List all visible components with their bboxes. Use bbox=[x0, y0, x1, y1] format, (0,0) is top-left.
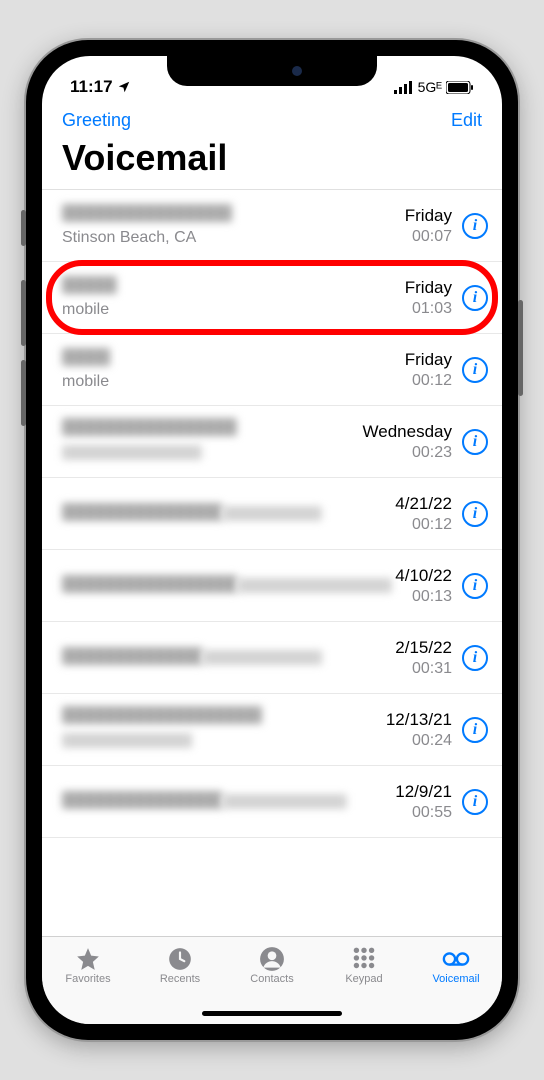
voicemail-caller bbox=[62, 575, 237, 593]
clock-icon bbox=[166, 945, 194, 973]
voicemail-date: Friday bbox=[405, 206, 452, 226]
voicemail-sublabel bbox=[237, 578, 392, 593]
voicemail-caller bbox=[62, 647, 202, 665]
voicemail-sublabel: mobile bbox=[62, 373, 405, 391]
edit-button[interactable]: Edit bbox=[451, 110, 482, 131]
tab-label: Contacts bbox=[250, 973, 293, 985]
voicemail-row[interactable]: mobileFriday 00:12 i bbox=[42, 334, 502, 406]
voicemail-duration: 01:03 bbox=[405, 300, 452, 318]
voicemail-caller bbox=[62, 418, 237, 436]
voicemail-date: 2/15/22 bbox=[395, 638, 452, 658]
voicemail-sublabel bbox=[222, 794, 347, 809]
info-icon[interactable]: i bbox=[462, 429, 488, 455]
page-title: Voicemail bbox=[42, 133, 502, 189]
tab-label: Favorites bbox=[65, 973, 110, 985]
voicemail-sublabel bbox=[62, 445, 202, 460]
info-icon[interactable]: i bbox=[462, 645, 488, 671]
location-icon bbox=[117, 80, 131, 94]
voicemail-row[interactable]: 2/15/22 00:31 i bbox=[42, 622, 502, 694]
keypad-icon bbox=[350, 945, 378, 973]
tab-label: Recents bbox=[160, 973, 200, 985]
voicemail-duration: 00:23 bbox=[363, 444, 452, 462]
voicemail-caller bbox=[62, 706, 262, 724]
tab-label: Voicemail bbox=[432, 973, 479, 985]
voicemail-duration: 00:13 bbox=[395, 588, 452, 606]
network-label: 5Gᴱ bbox=[418, 79, 442, 95]
status-time: 11:17 bbox=[70, 77, 113, 97]
home-indicator[interactable] bbox=[202, 1011, 342, 1016]
info-icon[interactable]: i bbox=[462, 213, 488, 239]
info-icon[interactable]: i bbox=[462, 573, 488, 599]
info-icon[interactable]: i bbox=[462, 717, 488, 743]
info-icon[interactable]: i bbox=[462, 285, 488, 311]
voicemail-duration: 00:55 bbox=[395, 804, 452, 822]
voicemail-date: 4/21/22 bbox=[395, 494, 452, 514]
voicemail-date: 12/9/21 bbox=[395, 782, 452, 802]
voicemail-row[interactable]: mobileFriday 01:03 i bbox=[42, 262, 502, 334]
voicemail-row[interactable]: 12/13/21 00:24 i bbox=[42, 694, 502, 766]
tab-favorites[interactable]: Favorites bbox=[42, 945, 134, 1024]
voicemail-sublabel bbox=[202, 650, 322, 665]
voicemail-icon bbox=[442, 945, 470, 973]
voicemail-sublabel: mobile bbox=[62, 301, 405, 319]
voicemail-row[interactable]: 4/10/22 00:13 i bbox=[42, 550, 502, 622]
voicemail-caller bbox=[62, 204, 232, 222]
voicemail-sublabel bbox=[222, 506, 322, 521]
voicemail-duration: 00:12 bbox=[395, 516, 452, 534]
nav-bar: Greeting Edit bbox=[42, 104, 502, 133]
voicemail-date: Friday bbox=[405, 278, 452, 298]
star-icon bbox=[74, 945, 102, 973]
voicemail-caller bbox=[62, 791, 222, 809]
person-icon bbox=[258, 945, 286, 973]
voicemail-date: Wednesday bbox=[363, 422, 452, 442]
voicemail-date: 12/13/21 bbox=[386, 710, 452, 730]
voicemail-caller bbox=[62, 348, 110, 366]
voicemail-duration: 00:31 bbox=[395, 660, 452, 678]
voicemail-row[interactable]: Wednesday 00:23 i bbox=[42, 406, 502, 478]
voicemail-sublabel: Stinson Beach, CA bbox=[62, 229, 405, 247]
cellular-icon bbox=[394, 81, 414, 94]
voicemail-duration: 00:24 bbox=[386, 732, 452, 750]
battery-icon bbox=[446, 81, 474, 94]
voicemail-row[interactable]: 12/9/21 00:55 i bbox=[42, 766, 502, 838]
voicemail-date: 4/10/22 bbox=[395, 566, 452, 586]
voicemail-row[interactable]: Stinson Beach, CAFriday 00:07 i bbox=[42, 190, 502, 262]
voicemail-duration: 00:12 bbox=[405, 372, 452, 390]
voicemail-date: Friday bbox=[405, 350, 452, 370]
voicemail-caller bbox=[62, 503, 222, 521]
info-icon[interactable]: i bbox=[462, 789, 488, 815]
voicemail-sublabel bbox=[62, 733, 192, 748]
tab-label: Keypad bbox=[345, 973, 382, 985]
voicemail-row[interactable]: 4/21/22 00:12 i bbox=[42, 478, 502, 550]
greeting-button[interactable]: Greeting bbox=[62, 110, 131, 131]
voicemail-duration: 00:07 bbox=[405, 228, 452, 246]
status-right: 5Gᴱ bbox=[394, 79, 474, 95]
info-icon[interactable]: i bbox=[462, 501, 488, 527]
info-icon[interactable]: i bbox=[462, 357, 488, 383]
voicemail-caller bbox=[62, 276, 117, 294]
tab-voicemail[interactable]: Voicemail bbox=[410, 945, 502, 1024]
voicemail-list: Stinson Beach, CAFriday00:07imobileFrida… bbox=[42, 189, 502, 838]
